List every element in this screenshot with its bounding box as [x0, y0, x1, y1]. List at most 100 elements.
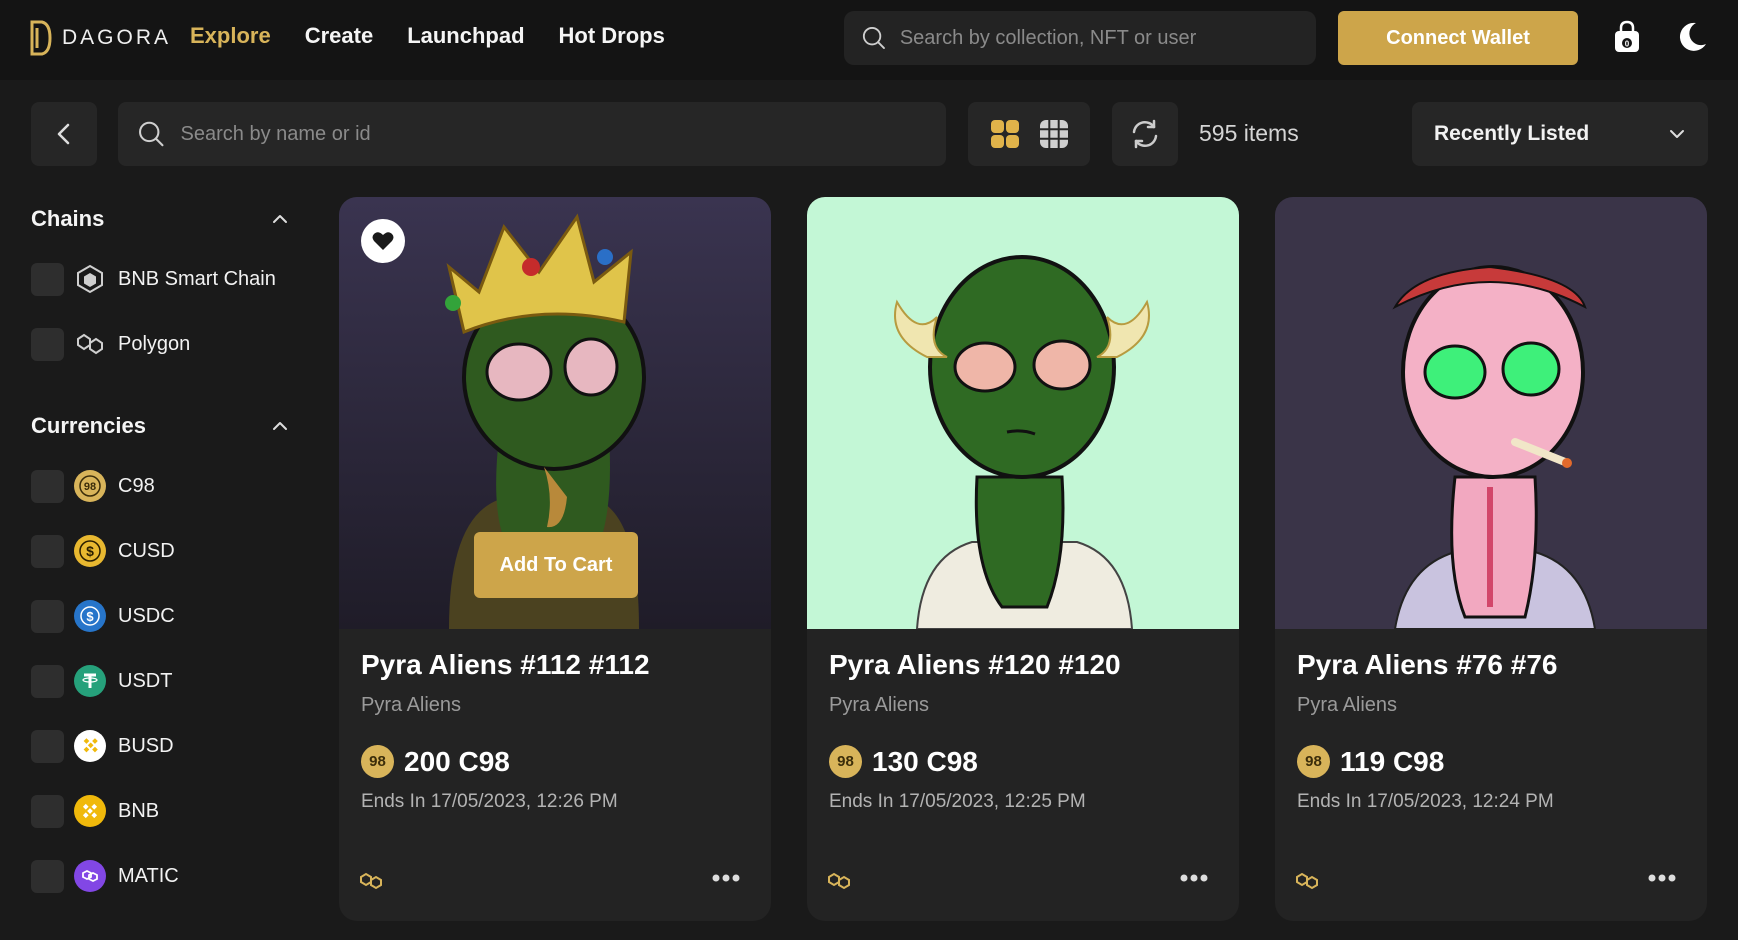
nft-title[interactable]: Pyra Aliens #112 #112	[361, 649, 650, 681]
chevron-down-icon	[1670, 130, 1684, 138]
dagora-logo[interactable]: DAGORA	[30, 20, 171, 56]
c98-icon: 98	[74, 470, 106, 502]
more-options-icon[interactable]	[1179, 873, 1209, 883]
nft-image[interactable]	[807, 197, 1239, 629]
currency-label: BNB	[118, 799, 160, 822]
connect-wallet-button[interactable]: Connect Wallet	[1338, 11, 1578, 65]
sort-select[interactable]: Recently Listed	[1412, 102, 1708, 166]
items-count: 595 items	[1199, 120, 1299, 146]
currency-label: USDC	[118, 604, 175, 627]
nft-card[interactable]: Pyra Aliens #120 #120 Pyra Aliens 98 130…	[807, 197, 1239, 921]
nav-launchpad[interactable]: Launchpad	[407, 23, 524, 49]
price-row: 98 200 C98	[361, 745, 510, 778]
nft-title[interactable]: Pyra Aliens #76 #76	[1297, 649, 1557, 681]
nav-explore[interactable]: Explore	[190, 23, 271, 49]
nft-image[interactable]	[1275, 197, 1707, 629]
checkbox[interactable]	[31, 262, 64, 296]
search-icon	[862, 27, 885, 49]
chain-label: BNB Smart Chain	[118, 267, 276, 290]
svg-text:$: $	[86, 543, 94, 559]
currency-item-bnb[interactable]: BNB	[31, 793, 159, 829]
chain-item-polygon[interactable]: Polygon	[31, 326, 190, 362]
checkbox[interactable]	[31, 729, 64, 763]
nav-hot-drops[interactable]: Hot Drops	[559, 23, 665, 49]
currency-label: MATIC	[118, 864, 179, 887]
polygon-icon	[1296, 872, 1318, 890]
collection-name[interactable]: Pyra Aliens	[1297, 694, 1397, 717]
price: 130 C98	[872, 745, 978, 777]
refresh-button[interactable]	[1112, 102, 1178, 166]
more-options-icon[interactable]	[711, 873, 741, 883]
chains-header[interactable]: Chains	[31, 206, 289, 232]
currency-item-matic[interactable]: MATIC	[31, 858, 179, 894]
price-row: 98 130 C98	[829, 745, 978, 778]
nft-card[interactable]: Add To Cart Pyra Aliens #112 #112 Pyra A…	[339, 197, 771, 921]
svg-text:0: 0	[1625, 40, 1630, 49]
cusd-icon: $	[74, 535, 106, 567]
price: 200 C98	[404, 745, 510, 777]
svg-text:$: $	[86, 609, 94, 624]
currency-label: CUSD	[118, 539, 175, 562]
ends-in: Ends In 17/05/2023, 12:26 PM	[361, 791, 618, 812]
global-search-input[interactable]	[899, 26, 1316, 50]
polygon-icon	[828, 872, 850, 890]
polygon-icon	[74, 328, 106, 360]
checkbox[interactable]	[31, 534, 64, 568]
price-row: 98 119 C98	[1297, 745, 1444, 778]
c98-icon: 98	[361, 745, 394, 778]
checkbox[interactable]	[31, 327, 64, 361]
checkbox[interactable]	[31, 469, 64, 503]
currency-item-c98[interactable]: 98 C98	[31, 468, 155, 504]
collection-name[interactable]: Pyra Aliens	[829, 694, 929, 717]
checkbox[interactable]	[31, 664, 64, 698]
checkbox[interactable]	[31, 599, 64, 633]
refresh-icon	[1132, 119, 1158, 149]
favorite-button[interactable]	[361, 219, 405, 263]
chain-label: Polygon	[118, 332, 191, 355]
add-to-cart-button[interactable]: Add To Cart	[474, 532, 638, 598]
name-search-input[interactable]	[180, 122, 946, 146]
chains-title: Chains	[31, 206, 105, 231]
usdc-icon: $	[74, 600, 106, 632]
sort-label: Recently Listed	[1434, 122, 1590, 145]
moon-icon[interactable]	[1676, 20, 1708, 54]
polygon-icon	[360, 872, 382, 890]
currency-item-usdc[interactable]: $ USDC	[31, 598, 175, 634]
currencies-title: Currencies	[31, 413, 146, 438]
checkbox[interactable]	[31, 794, 64, 828]
bnb-chain-icon	[74, 263, 106, 295]
small-grid-icon[interactable]	[1039, 119, 1069, 149]
dagora-logo-icon	[30, 20, 52, 56]
ends-in: Ends In 17/05/2023, 12:25 PM	[829, 791, 1086, 812]
matic-icon	[74, 860, 106, 892]
nft-title[interactable]: Pyra Aliens #120 #120	[829, 649, 1121, 681]
chain-item-bnb-smart-chain[interactable]: BNB Smart Chain	[31, 261, 276, 297]
currency-label: USDT	[118, 669, 173, 692]
currencies-header[interactable]: Currencies	[31, 413, 289, 439]
chevron-up-icon	[273, 215, 287, 223]
chevron-up-icon	[273, 422, 287, 430]
price: 119 C98	[1340, 745, 1445, 777]
currency-item-usdt[interactable]: USDT	[31, 663, 172, 699]
currency-item-busd[interactable]: BUSD	[31, 728, 174, 764]
back-button[interactable]	[31, 102, 97, 166]
nft-card[interactable]: Pyra Aliens #76 #76 Pyra Aliens 98 119 C…	[1275, 197, 1707, 921]
large-grid-icon[interactable]	[990, 119, 1020, 149]
nav-create[interactable]: Create	[305, 23, 373, 49]
shopping-bag-icon[interactable]: 0	[1612, 20, 1642, 54]
global-search	[844, 11, 1316, 65]
currency-item-cusd[interactable]: $ CUSD	[31, 533, 175, 569]
currency-label: BUSD	[118, 734, 174, 757]
chevron-left-icon	[57, 123, 70, 145]
bnb-icon	[74, 795, 106, 827]
main-nav: Explore Create Launchpad Hot Drops	[190, 23, 665, 49]
ends-in: Ends In 17/05/2023, 12:24 PM	[1297, 791, 1554, 812]
name-search	[118, 102, 946, 166]
more-options-icon[interactable]	[1647, 873, 1677, 883]
logo-text: DAGORA	[62, 26, 172, 49]
c98-icon: 98	[829, 745, 862, 778]
usdt-icon	[74, 665, 106, 697]
busd-icon	[74, 730, 106, 762]
collection-name[interactable]: Pyra Aliens	[361, 694, 461, 717]
checkbox[interactable]	[31, 859, 64, 893]
